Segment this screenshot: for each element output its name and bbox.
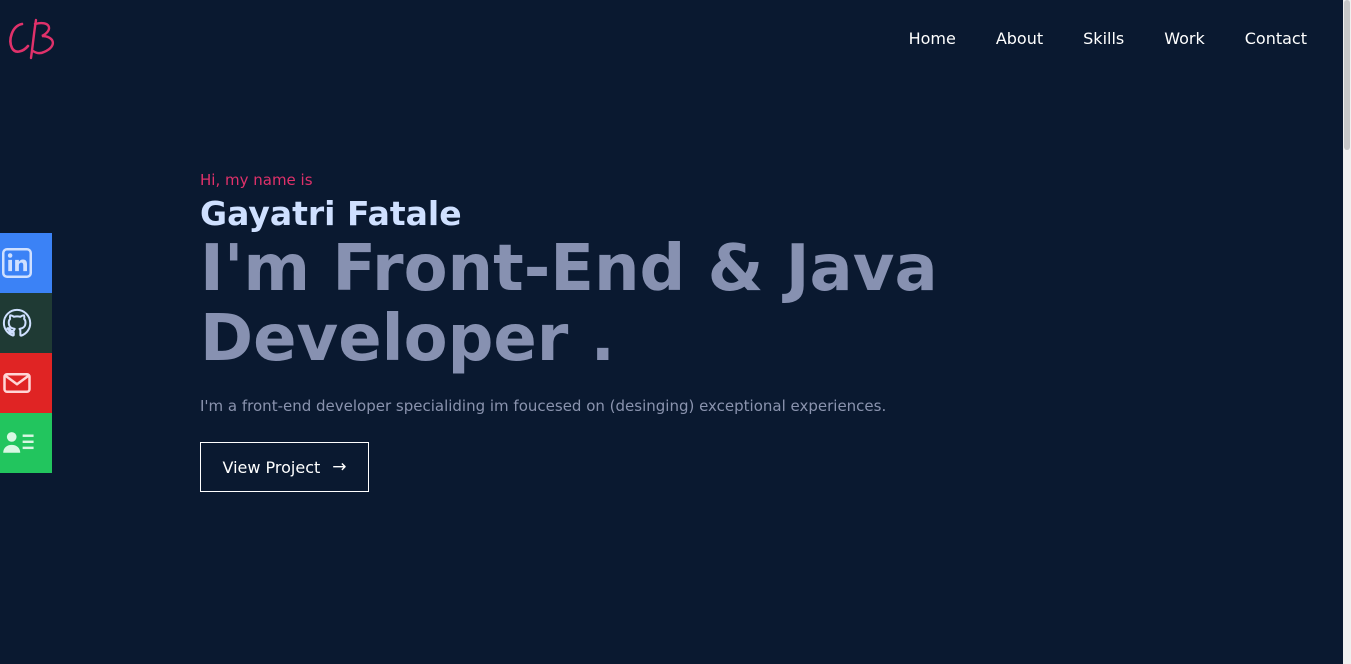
hero-greeting: Hi, my name is bbox=[200, 171, 313, 189]
nav-item-about[interactable]: About bbox=[996, 28, 1043, 50]
hero-name: Gayatri Fatale bbox=[200, 194, 462, 233]
social-resume-link[interactable] bbox=[0, 413, 52, 473]
social-sidebar bbox=[0, 233, 52, 473]
logo[interactable] bbox=[6, 14, 60, 62]
hero-section: Hi, my name is Gayatri Fatale I'm Front-… bbox=[200, 170, 960, 492]
nav-item-work[interactable]: Work bbox=[1164, 28, 1205, 50]
social-mail-link[interactable] bbox=[0, 353, 52, 413]
nav-item-contact[interactable]: Contact bbox=[1245, 28, 1307, 50]
linkedin-icon bbox=[2, 248, 32, 278]
view-project-label: View Project bbox=[222, 457, 321, 477]
page: Home About Skills Work Contact Hi, my na… bbox=[0, 0, 1351, 664]
arrow-right-icon: → bbox=[332, 457, 347, 477]
view-project-button[interactable]: View Project → bbox=[200, 442, 369, 492]
github-icon bbox=[2, 308, 32, 337]
mail-icon bbox=[3, 373, 31, 393]
nav-item-skills[interactable]: Skills bbox=[1083, 28, 1124, 50]
contact-card-icon bbox=[3, 432, 34, 453]
scrollbar-thumb[interactable] bbox=[1344, 0, 1350, 150]
main-nav: Home About Skills Work Contact bbox=[869, 28, 1307, 50]
hero-headline: I'm Front-End & Java Developer . bbox=[200, 232, 938, 376]
page-scrollbar[interactable] bbox=[1343, 0, 1351, 664]
social-github-link[interactable] bbox=[0, 293, 52, 353]
social-linkedin-link[interactable] bbox=[0, 233, 52, 293]
nav-item-home[interactable]: Home bbox=[909, 28, 956, 50]
logo-mark-icon bbox=[9, 18, 54, 60]
hero-description: I'm a front-end developer specialiding i… bbox=[200, 397, 887, 415]
